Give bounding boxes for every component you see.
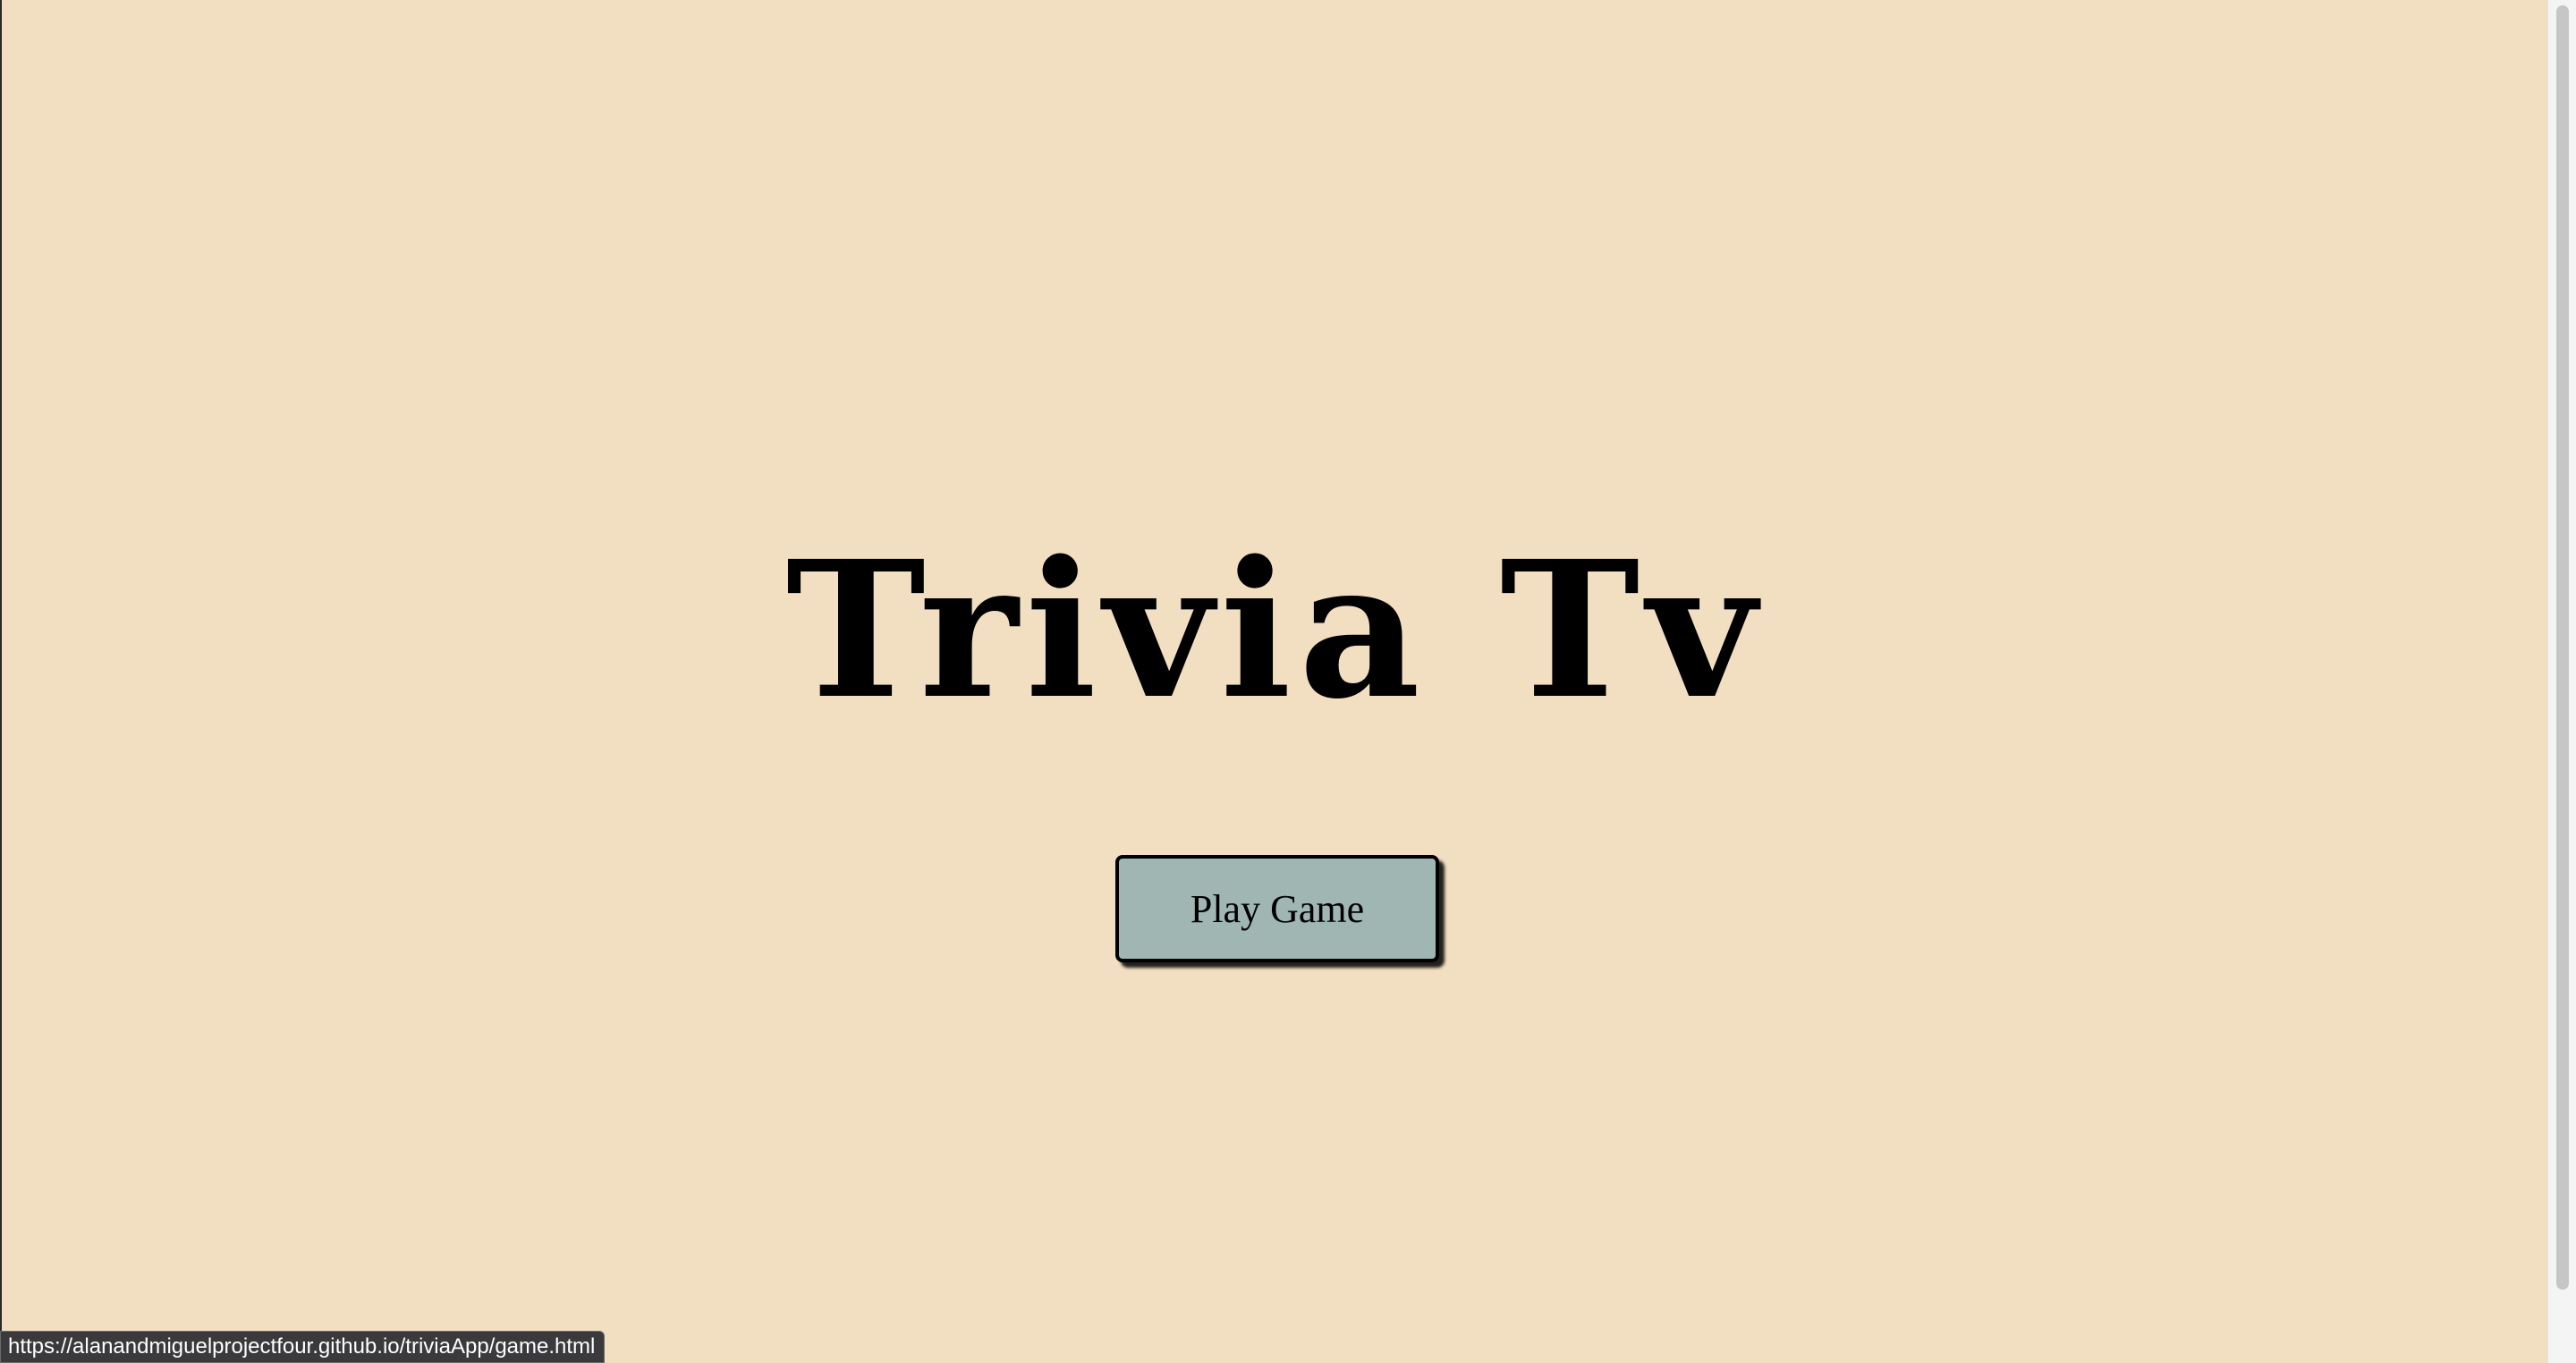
scrollbar-thumb[interactable] <box>2556 5 2569 1290</box>
vertical-scrollbar[interactable] <box>2547 0 2576 1363</box>
play-game-button[interactable]: Play Game <box>1115 855 1439 962</box>
page-title: Trivia Tv <box>785 520 1764 741</box>
page-viewport: Trivia Tv Play Game <box>2 0 2547 1363</box>
link-status-bar: https://alanandmiguelprojectfour.github.… <box>0 1331 606 1363</box>
